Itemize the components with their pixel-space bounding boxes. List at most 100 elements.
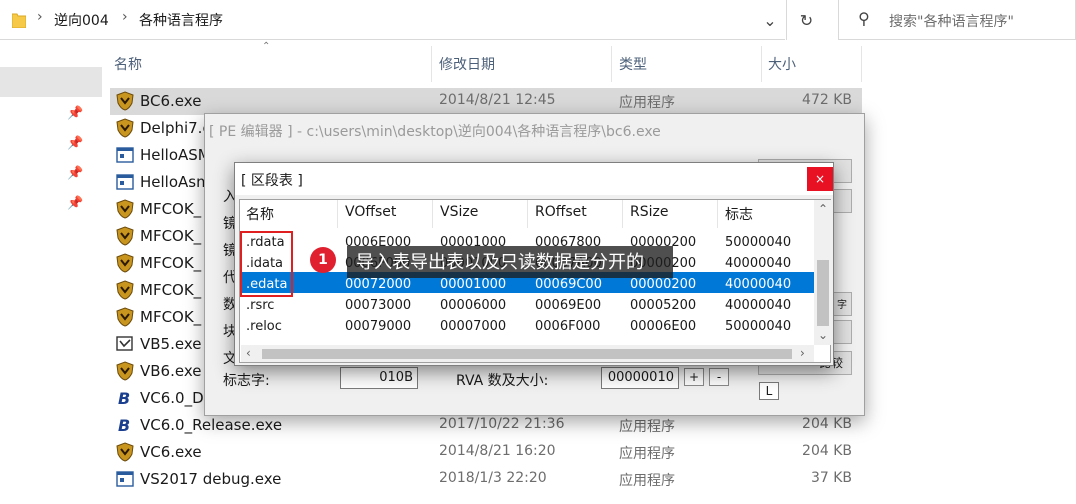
pin-icon[interactable]: 📌 bbox=[67, 136, 83, 151]
section-value-cell[interactable]: 00006000 bbox=[440, 298, 506, 313]
side-small-label: 字 bbox=[837, 300, 847, 311]
file-name[interactable]: HelloASM bbox=[140, 146, 211, 164]
breadcrumb-item[interactable]: 各种语言程序 bbox=[139, 10, 223, 30]
section-value-cell[interactable]: 40000040 bbox=[725, 277, 791, 292]
file-name[interactable]: VB6.exe bbox=[140, 362, 201, 380]
svg-text:B: B bbox=[118, 389, 130, 408]
section-value-cell[interactable]: 00069C00 bbox=[535, 277, 602, 292]
plus-button[interactable]: + bbox=[684, 368, 704, 386]
pin-icon[interactable]: 📌 bbox=[67, 196, 83, 211]
column-divider[interactable] bbox=[761, 46, 762, 82]
section-name-cell[interactable]: .rsrc bbox=[246, 298, 274, 313]
column-header-type[interactable]: 类型 bbox=[619, 54, 647, 74]
section-value-cell[interactable]: 00005200 bbox=[630, 298, 696, 313]
section-value-cell[interactable]: 00007000 bbox=[440, 319, 506, 334]
column-divider[interactable] bbox=[611, 46, 612, 82]
section-grid[interactable]: 名称 VOffset VSize ROffset RSize 标志 .rdata… bbox=[239, 199, 831, 363]
scrollbar-thumb[interactable] bbox=[262, 349, 792, 359]
file-name[interactable]: HelloAsm bbox=[140, 173, 211, 191]
chevron-right-icon[interactable]: › bbox=[37, 9, 43, 25]
breadcrumb-item[interactable]: 逆向004 bbox=[54, 10, 109, 30]
search-placeholder[interactable]: 搜索"各种语言程序" bbox=[889, 11, 1014, 31]
file-name[interactable]: VC6.0_Release.exe bbox=[140, 416, 282, 434]
close-button[interactable]: × bbox=[807, 167, 833, 191]
scrollbar-thumb[interactable] bbox=[817, 260, 829, 326]
scroll-right-icon[interactable]: › bbox=[800, 346, 805, 360]
dialog-titlebar[interactable] bbox=[235, 163, 833, 195]
column-divider[interactable] bbox=[337, 200, 338, 228]
section-value-cell[interactable]: 00072000 bbox=[345, 277, 411, 292]
column-header-date[interactable]: 修改日期 bbox=[439, 54, 495, 74]
vc-b-icon: B bbox=[115, 415, 135, 435]
gold-shield-icon bbox=[115, 118, 135, 138]
column-header-size[interactable]: 大小 bbox=[768, 54, 796, 74]
section-value-cell[interactable]: 50000040 bbox=[725, 319, 791, 334]
file-name[interactable]: VB5.exe bbox=[140, 335, 201, 353]
section-value-cell[interactable]: 40000040 bbox=[725, 256, 791, 271]
pin-icon[interactable]: 📌 bbox=[67, 106, 83, 121]
address-bar[interactable] bbox=[0, 0, 785, 40]
scroll-down-icon[interactable]: ⌄ bbox=[818, 328, 828, 342]
column-divider[interactable] bbox=[431, 46, 432, 82]
column-divider[interactable] bbox=[432, 200, 433, 228]
step-badge: 1 bbox=[310, 247, 336, 273]
svg-text:B: B bbox=[118, 416, 130, 435]
column-header[interactable]: 标志 bbox=[725, 204, 753, 224]
section-value-cell[interactable]: 40000040 bbox=[725, 298, 791, 313]
scroll-up-icon[interactable]: ⌃ bbox=[818, 202, 828, 216]
file-name[interactable]: VS2017 debug.exe bbox=[140, 470, 281, 488]
column-header[interactable]: VOffset bbox=[345, 204, 396, 220]
column-header[interactable]: VSize bbox=[440, 204, 478, 220]
refresh-button[interactable]: ↻ bbox=[786, 0, 826, 40]
nav-item-selected[interactable] bbox=[0, 67, 102, 97]
file-name[interactable]: VC6.exe bbox=[140, 443, 202, 461]
flags-field[interactable]: 010B bbox=[340, 367, 418, 389]
file-name[interactable]: MFCOK_ bbox=[140, 281, 201, 299]
window-app-icon bbox=[115, 469, 135, 489]
column-header[interactable]: RSize bbox=[630, 204, 668, 220]
column-header-name[interactable]: 名称 bbox=[114, 54, 142, 74]
column-divider[interactable] bbox=[717, 200, 718, 228]
rva-field[interactable]: 00000010 bbox=[601, 367, 679, 389]
file-size: 204 KB bbox=[802, 443, 852, 459]
section-value-cell[interactable]: 50000040 bbox=[725, 235, 791, 250]
chevron-right-icon[interactable]: › bbox=[122, 9, 128, 25]
file-type: 应用程序 bbox=[619, 473, 675, 489]
section-value-cell[interactable]: 00079000 bbox=[345, 319, 411, 334]
file-type: 应用程序 bbox=[619, 446, 675, 462]
file-name[interactable]: Delphi7.e bbox=[140, 119, 212, 137]
gold-shield-icon bbox=[115, 91, 135, 111]
rva-label: RVA 数及大小: bbox=[456, 373, 549, 389]
minus-button[interactable]: - bbox=[709, 368, 729, 386]
section-value-cell[interactable]: 00069E00 bbox=[535, 298, 601, 313]
section-value-cell[interactable]: 00073000 bbox=[345, 298, 411, 313]
gold-shield-icon bbox=[115, 307, 135, 327]
gold-shield-icon bbox=[115, 280, 135, 300]
section-value-cell[interactable]: 00006E00 bbox=[630, 319, 696, 334]
file-type: 应用程序 bbox=[619, 95, 675, 111]
file-name[interactable]: MFCOK_ bbox=[140, 227, 201, 245]
file-name[interactable]: MFCOK_ bbox=[140, 200, 201, 218]
column-divider[interactable] bbox=[861, 46, 862, 82]
file-name[interactable]: BC6.exe bbox=[140, 92, 201, 110]
column-header[interactable]: 名称 bbox=[246, 204, 274, 224]
sort-up-icon: ⌃ bbox=[262, 41, 271, 52]
pe-editor-title: [ PE 编辑器 ] - c:\users\min\desktop\逆向004\… bbox=[209, 124, 661, 140]
search-icon: ⚲ bbox=[858, 9, 870, 28]
history-dropdown-button[interactable]: ⌄ bbox=[754, 0, 786, 40]
file-name[interactable]: MFCOK_ bbox=[140, 308, 201, 326]
l-button[interactable]: L bbox=[759, 382, 779, 400]
section-value-cell[interactable]: 0006F000 bbox=[535, 319, 600, 334]
column-divider[interactable] bbox=[527, 200, 528, 228]
section-name-cell[interactable]: .reloc bbox=[246, 319, 282, 334]
file-name[interactable]: MFCOK_ bbox=[140, 254, 201, 272]
section-value-cell[interactable]: 00001000 bbox=[440, 277, 506, 292]
column-header[interactable]: ROffset bbox=[535, 204, 587, 220]
section-value-cell[interactable]: 00000200 bbox=[630, 277, 696, 292]
vb-app-icon bbox=[115, 334, 135, 354]
column-divider[interactable] bbox=[622, 200, 623, 228]
scroll-left-icon[interactable]: ‹ bbox=[246, 346, 251, 360]
file-name[interactable]: VC6.0_De bbox=[140, 389, 213, 407]
gold-shield-icon bbox=[115, 442, 135, 462]
pin-icon[interactable]: 📌 bbox=[67, 166, 83, 181]
